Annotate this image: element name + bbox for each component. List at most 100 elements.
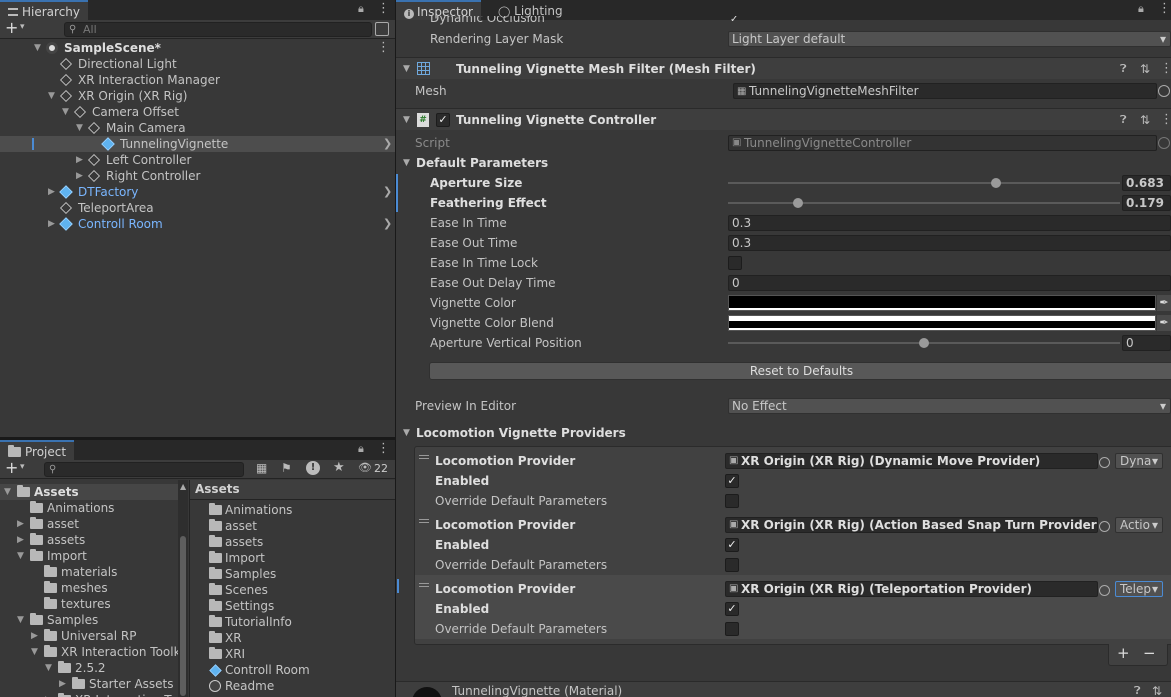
foldout-arrow-icon[interactable]: ▼ <box>31 644 38 660</box>
foldout-arrow-icon[interactable]: ▶ <box>17 516 24 532</box>
foldout-arrow-icon[interactable]: ▼ <box>62 104 69 120</box>
eyedropper-icon[interactable]: ✒ <box>1157 315 1171 331</box>
project-asset-item[interactable]: assets <box>190 534 395 550</box>
project-tree-item[interactable]: textures <box>0 596 178 612</box>
foldout-arrow-icon[interactable]: ▼ <box>403 58 410 80</box>
provider-override-checkbox[interactable] <box>725 494 739 508</box>
project-asset-item[interactable]: Readme <box>190 678 395 694</box>
hierarchy-item[interactable]: ▶ Right Controller <box>0 168 395 184</box>
rendering-layer-mask-dropdown[interactable]: Light Layer default <box>728 31 1171 47</box>
scroll-up-icon[interactable]: ▲ <box>180 482 186 491</box>
provider-override-checkbox[interactable] <box>725 622 739 636</box>
drag-handle-icon[interactable] <box>419 583 429 587</box>
foldout-arrow-icon[interactable]: ▼ <box>34 40 41 56</box>
remove-icon[interactable]: − <box>1143 644 1156 662</box>
foldout-arrow-icon[interactable]: ▶ <box>76 152 83 168</box>
provider-mode-dropdown[interactable]: Telep <box>1115 581 1163 597</box>
project-asset-item[interactable]: Animations <box>190 502 395 518</box>
lock-icon[interactable]: 🔒︎ <box>358 2 364 16</box>
mesh-filter-header[interactable]: ▼ Tunneling Vignette Mesh Filter (Mesh F… <box>396 57 1171 79</box>
project-asset-item[interactable]: asset <box>190 518 395 534</box>
project-asset-item[interactable]: XR <box>190 630 395 646</box>
project-tree-item[interactable]: ▶ XR Interaction Toolk <box>0 692 178 697</box>
foldout-arrow-icon[interactable]: ▶ <box>45 692 52 697</box>
providers-foldout[interactable]: ▼ Locomotion Vignette Providers <box>396 423 1171 443</box>
foldout-arrow-icon[interactable]: ▶ <box>48 216 55 232</box>
aperture-size-slider-thumb[interactable] <box>990 178 1001 188</box>
help-icon[interactable]: ❓︎ <box>1120 58 1127 80</box>
aperture-size-field[interactable]: 0.683 <box>1122 175 1171 191</box>
tab-hierarchy[interactable]: Hierarchy <box>0 0 89 20</box>
hierarchy-item[interactable]: TunnelingVignette ❯ <box>0 136 395 152</box>
warning-icon[interactable]: ! <box>306 461 320 475</box>
foldout-arrow-icon[interactable]: ▼ <box>17 612 24 628</box>
more-icon[interactable]: ⋮ <box>377 1 390 16</box>
object-picker-icon[interactable] <box>1099 521 1110 532</box>
hierarchy-item[interactable]: XR Interaction Manager <box>0 72 395 88</box>
provider-enabled-checkbox[interactable]: ✓ <box>725 474 739 488</box>
hierarchy-item[interactable]: ▶ Controll Room ❯ <box>0 216 395 232</box>
hierarchy-item[interactable]: TeleportArea <box>0 200 395 216</box>
provider-enabled-checkbox[interactable]: ✓ <box>725 602 739 616</box>
drag-handle-icon[interactable] <box>419 455 429 459</box>
help-icon[interactable]: ❓︎ <box>1120 109 1127 131</box>
filter-type-icon[interactable]: ▦ <box>256 461 267 475</box>
more-icon[interactable]: ⋮ <box>377 40 390 56</box>
provider-object-field[interactable]: ▣ XR Origin (XR Rig) (Teleportation Provi… <box>725 581 1098 597</box>
provider-enabled-checkbox[interactable]: ✓ <box>725 538 739 552</box>
project-asset-item[interactable]: Samples <box>190 566 395 582</box>
hierarchy-search-input[interactable]: ⚲ All <box>64 22 372 37</box>
project-tree-item[interactable]: ▼ Import <box>0 548 178 564</box>
feathering-slider[interactable] <box>728 202 1120 204</box>
aperture-vertical-field[interactable]: 0 <box>1122 335 1171 351</box>
hierarchy-item[interactable]: ▼ Main Camera <box>0 120 395 136</box>
hierarchy-item[interactable]: ▶ Left Controller <box>0 152 395 168</box>
hierarchy-item[interactable]: ▼ SampleScene* ⋮ <box>0 40 395 56</box>
hidden-eye-icon[interactable]: 👁︎ <box>358 461 372 474</box>
more-icon[interactable]: ⋮ <box>377 441 390 456</box>
tab-project[interactable]: Project <box>0 440 75 460</box>
foldout-arrow-icon[interactable]: ▶ <box>17 532 24 548</box>
project-asset-item[interactable]: Settings <box>190 598 395 614</box>
project-asset-item[interactable]: Controll Room <box>190 662 395 678</box>
add-icon[interactable]: + <box>1117 644 1130 662</box>
ease-out-delay-field[interactable]: 0 <box>728 275 1171 291</box>
provider-override-checkbox[interactable] <box>725 558 739 572</box>
component-enabled-checkbox[interactable]: ✓ <box>436 113 450 127</box>
foldout-arrow-icon[interactable]: ▼ <box>48 88 55 104</box>
aperture-size-slider[interactable] <box>728 182 1120 184</box>
foldout-arrow-icon[interactable]: ▼ <box>17 548 24 564</box>
project-tree-item[interactable]: ▶ Universal RP <box>0 628 178 644</box>
eyedropper-icon[interactable]: ✒ <box>1157 295 1171 311</box>
foldout-arrow-icon[interactable]: ▶ <box>76 168 83 184</box>
project-tree-item[interactable]: ▶ assets <box>0 532 178 548</box>
lock-icon[interactable]: 🔒︎ <box>1138 2 1144 16</box>
more-icon[interactable]: ⋮ <box>1158 1 1171 16</box>
ease-out-field[interactable]: 0.3 <box>728 235 1171 251</box>
provider-mode-dropdown[interactable]: Actio <box>1115 517 1163 533</box>
project-tree-item[interactable]: ▶ Starter Assets <box>0 676 178 692</box>
foldout-arrow-icon[interactable]: ▼ <box>76 120 83 136</box>
project-tree-item[interactable]: ▶ asset <box>0 516 178 532</box>
chevron-right-icon[interactable]: ❯ <box>383 184 392 200</box>
project-tree-item[interactable]: ▼ 2.5.2 <box>0 660 178 676</box>
project-search-input[interactable]: ⚲ <box>44 462 244 477</box>
hierarchy-item[interactable]: ▼ XR Origin (XR Rig) <box>0 88 395 104</box>
project-asset-item[interactable]: Scenes <box>190 582 395 598</box>
project-tree-item[interactable]: meshes <box>0 580 178 596</box>
aperture-vertical-slider-thumb[interactable] <box>919 338 929 348</box>
vignette-color-swatch[interactable] <box>728 295 1156 311</box>
provider-mode-dropdown[interactable]: Dyna <box>1115 453 1163 469</box>
object-picker-icon[interactable] <box>1099 585 1110 596</box>
project-tree-item[interactable]: materials <box>0 564 178 580</box>
project-tree-item[interactable]: ▼ Assets <box>0 484 178 500</box>
preset-icon[interactable]: ⇅ <box>1152 680 1162 697</box>
ease-in-lock-checkbox[interactable] <box>728 256 742 270</box>
lock-icon[interactable]: 🔒︎ <box>358 442 364 456</box>
project-asset-item[interactable]: XRI <box>190 646 395 662</box>
hierarchy-item[interactable]: ▶ DTFactory ❯ <box>0 184 395 200</box>
reset-to-defaults-button[interactable]: Reset to Defaults <box>429 362 1171 380</box>
project-tree-item[interactable]: ▼ XR Interaction Toolk <box>0 644 178 660</box>
scene-search-icon[interactable] <box>375 22 389 36</box>
foldout-arrow-icon[interactable]: ▼ <box>4 484 11 500</box>
